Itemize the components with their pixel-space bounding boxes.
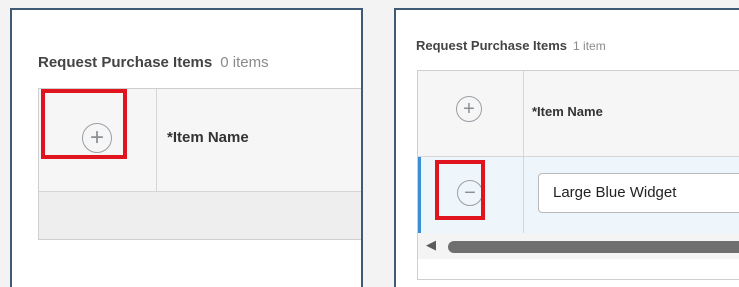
item-name-column-header: *Item Name — [532, 104, 603, 119]
item-count: 1 item — [573, 39, 606, 53]
scroll-left-icon[interactable]: ◀ — [426, 237, 436, 253]
grid-header-row: + *Item Name — [418, 71, 739, 157]
grid-empty-footer — [39, 192, 361, 239]
add-icon-highlight-box — [41, 89, 127, 159]
scrollbar-thumb[interactable] — [448, 241, 739, 253]
section-title: Request Purchase Items 0 items — [38, 54, 269, 71]
section-title-text: Request Purchase Items — [416, 38, 568, 53]
item-name-input[interactable]: Large Blue Widget — [538, 173, 739, 213]
item-count: 0 items — [220, 54, 269, 71]
horizontal-scrollbar[interactable]: ◀ — [418, 233, 739, 259]
add-row-cell: + — [418, 71, 524, 156]
item-name-column-header: *Item Name — [167, 129, 249, 146]
section-title-text: Request Purchase Items — [38, 54, 213, 71]
add-row-icon[interactable]: + — [456, 96, 482, 122]
section-title: Request Purchase Items 1 item — [416, 38, 606, 53]
right-panel: Request Purchase Items 1 item + *Item Nam… — [394, 8, 739, 287]
remove-icon-highlight-box — [435, 160, 485, 220]
